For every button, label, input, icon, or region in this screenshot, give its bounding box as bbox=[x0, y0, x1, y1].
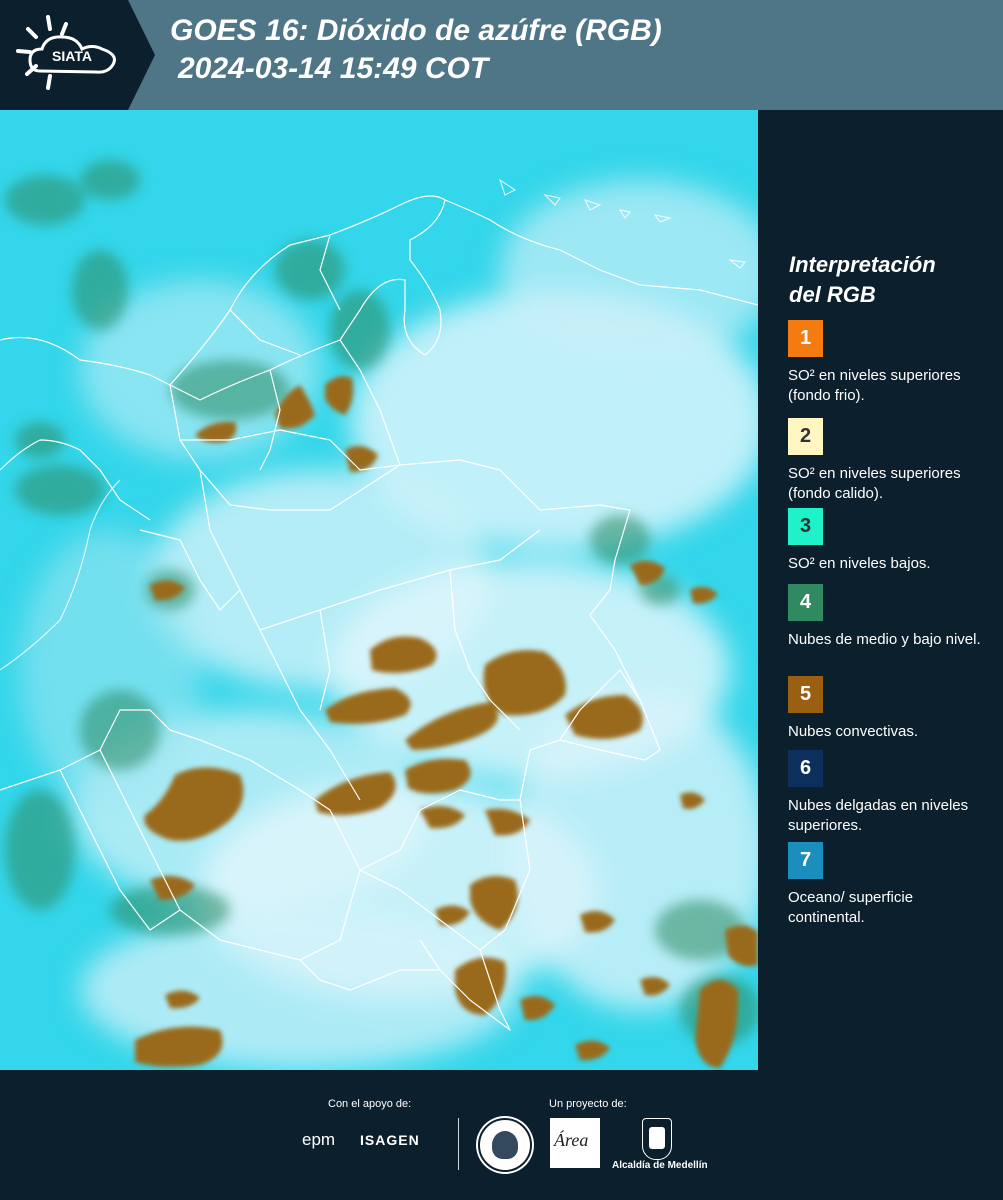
legend-item-4: 4 Nubes de medio y bajo nivel. bbox=[788, 584, 993, 650]
siata-logo[interactable]: SIATA bbox=[0, 0, 155, 110]
epm-logo[interactable]: epm bbox=[302, 1130, 335, 1150]
legend-swatch-3: 3 bbox=[788, 508, 823, 545]
logo-text: SIATA bbox=[52, 48, 92, 64]
area-logo-text: Área bbox=[554, 1130, 589, 1150]
support-label: Con el apoyo de: bbox=[328, 1098, 412, 1110]
legend-number: 5 bbox=[799, 683, 812, 705]
legend-item-1: 1 SO² en niveles superiores (fondo frio)… bbox=[788, 320, 993, 406]
legend-number: 2 bbox=[799, 425, 812, 447]
project-label: Un proyecto de: bbox=[549, 1098, 627, 1110]
page-timestamp: 2024-03-14 15:49 COT bbox=[178, 52, 489, 85]
legend-label: SO² en niveles superiores (fondo calido)… bbox=[788, 465, 961, 502]
legend-swatch-1: 1 bbox=[788, 320, 823, 357]
legend-number: 4 bbox=[799, 591, 812, 613]
legend-item-2: 2 SO² en niveles superiores (fondo calid… bbox=[788, 418, 993, 504]
legend-swatch-7: 7 bbox=[788, 842, 823, 879]
legend-label: Oceano/ superficie continental. bbox=[788, 889, 914, 926]
legend-number: 1 bbox=[799, 327, 812, 349]
legend-title-line2: del RGB bbox=[789, 282, 876, 307]
isagen-logo[interactable]: ISAGEN bbox=[360, 1132, 420, 1148]
page-title: GOES 16: Dióxido de azúfre (RGB) bbox=[170, 14, 662, 47]
legend-item-3: 3 SO² en niveles bajos. bbox=[788, 508, 993, 574]
legend-title: Interpretación del RGB bbox=[789, 250, 989, 310]
legend-number: 3 bbox=[799, 515, 812, 537]
legend-title-line1: Interpretación bbox=[789, 252, 936, 277]
legend-swatch-6: 6 bbox=[788, 750, 823, 787]
legend-item-7: 7 Oceano/ superficie continental. bbox=[788, 842, 993, 928]
legend-number: 6 bbox=[799, 757, 812, 779]
legend-label: SO² en niveles superiores (fondo frio). bbox=[788, 367, 961, 404]
legend-swatch-2: 2 bbox=[788, 418, 823, 455]
header: SIATA GOES 16: Dióxido de azúfre (RGB) 2… bbox=[0, 0, 1003, 110]
legend-item-5: 5 Nubes convectivas. bbox=[788, 676, 993, 742]
legend-label: SO² en niveles bajos. bbox=[788, 555, 931, 572]
footer-divider bbox=[458, 1118, 459, 1170]
legend-item-6: 6 Nubes delgadas en niveles superiores. bbox=[788, 750, 993, 836]
alcaldia-shield-icon[interactable] bbox=[642, 1118, 672, 1160]
medellin-seal-icon[interactable] bbox=[478, 1118, 532, 1172]
footer: Con el apoyo de: Un proyecto de: epm ISA… bbox=[0, 1070, 1003, 1200]
legend-number: 7 bbox=[799, 849, 812, 871]
area-metropolitana-logo[interactable]: Área bbox=[550, 1118, 600, 1168]
legend-swatch-5: 5 bbox=[788, 676, 823, 713]
satellite-map[interactable] bbox=[0, 110, 758, 1070]
legend-swatch-4: 4 bbox=[788, 584, 823, 621]
legend-label: Nubes de medio y bajo nivel. bbox=[788, 631, 981, 648]
legend-panel: Interpretación del RGB 1 SO² en niveles … bbox=[758, 110, 1003, 1070]
legend-label: Nubes convectivas. bbox=[788, 723, 919, 740]
alcaldia-label: Alcaldía de Medellín bbox=[612, 1160, 708, 1171]
legend-label: Nubes delgadas en niveles superiores. bbox=[788, 797, 969, 834]
